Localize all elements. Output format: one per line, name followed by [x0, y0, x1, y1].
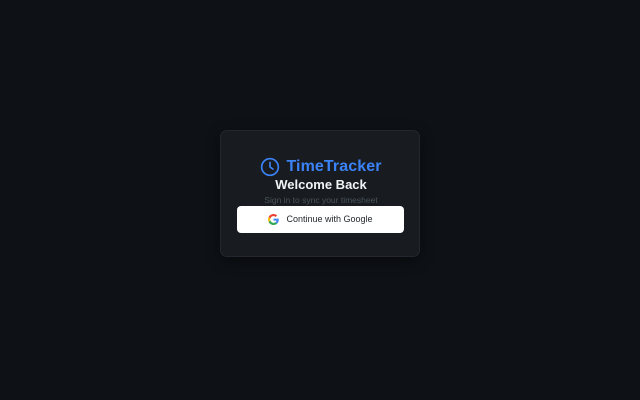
login-card: TimeTracker Welcome Back Sign in to sync… — [220, 130, 420, 257]
page-title: Welcome Back — [275, 177, 367, 192]
google-icon — [268, 214, 280, 225]
brand-header: TimeTracker — [221, 156, 421, 178]
clock-icon — [261, 157, 280, 177]
brand-name: TimeTracker — [286, 158, 382, 175]
continue-with-google-button[interactable]: Continue with Google — [237, 206, 404, 233]
page-subtitle: Sign in to sync your timesheet — [264, 195, 378, 205]
google-button-label: Continue with Google — [286, 214, 373, 224]
